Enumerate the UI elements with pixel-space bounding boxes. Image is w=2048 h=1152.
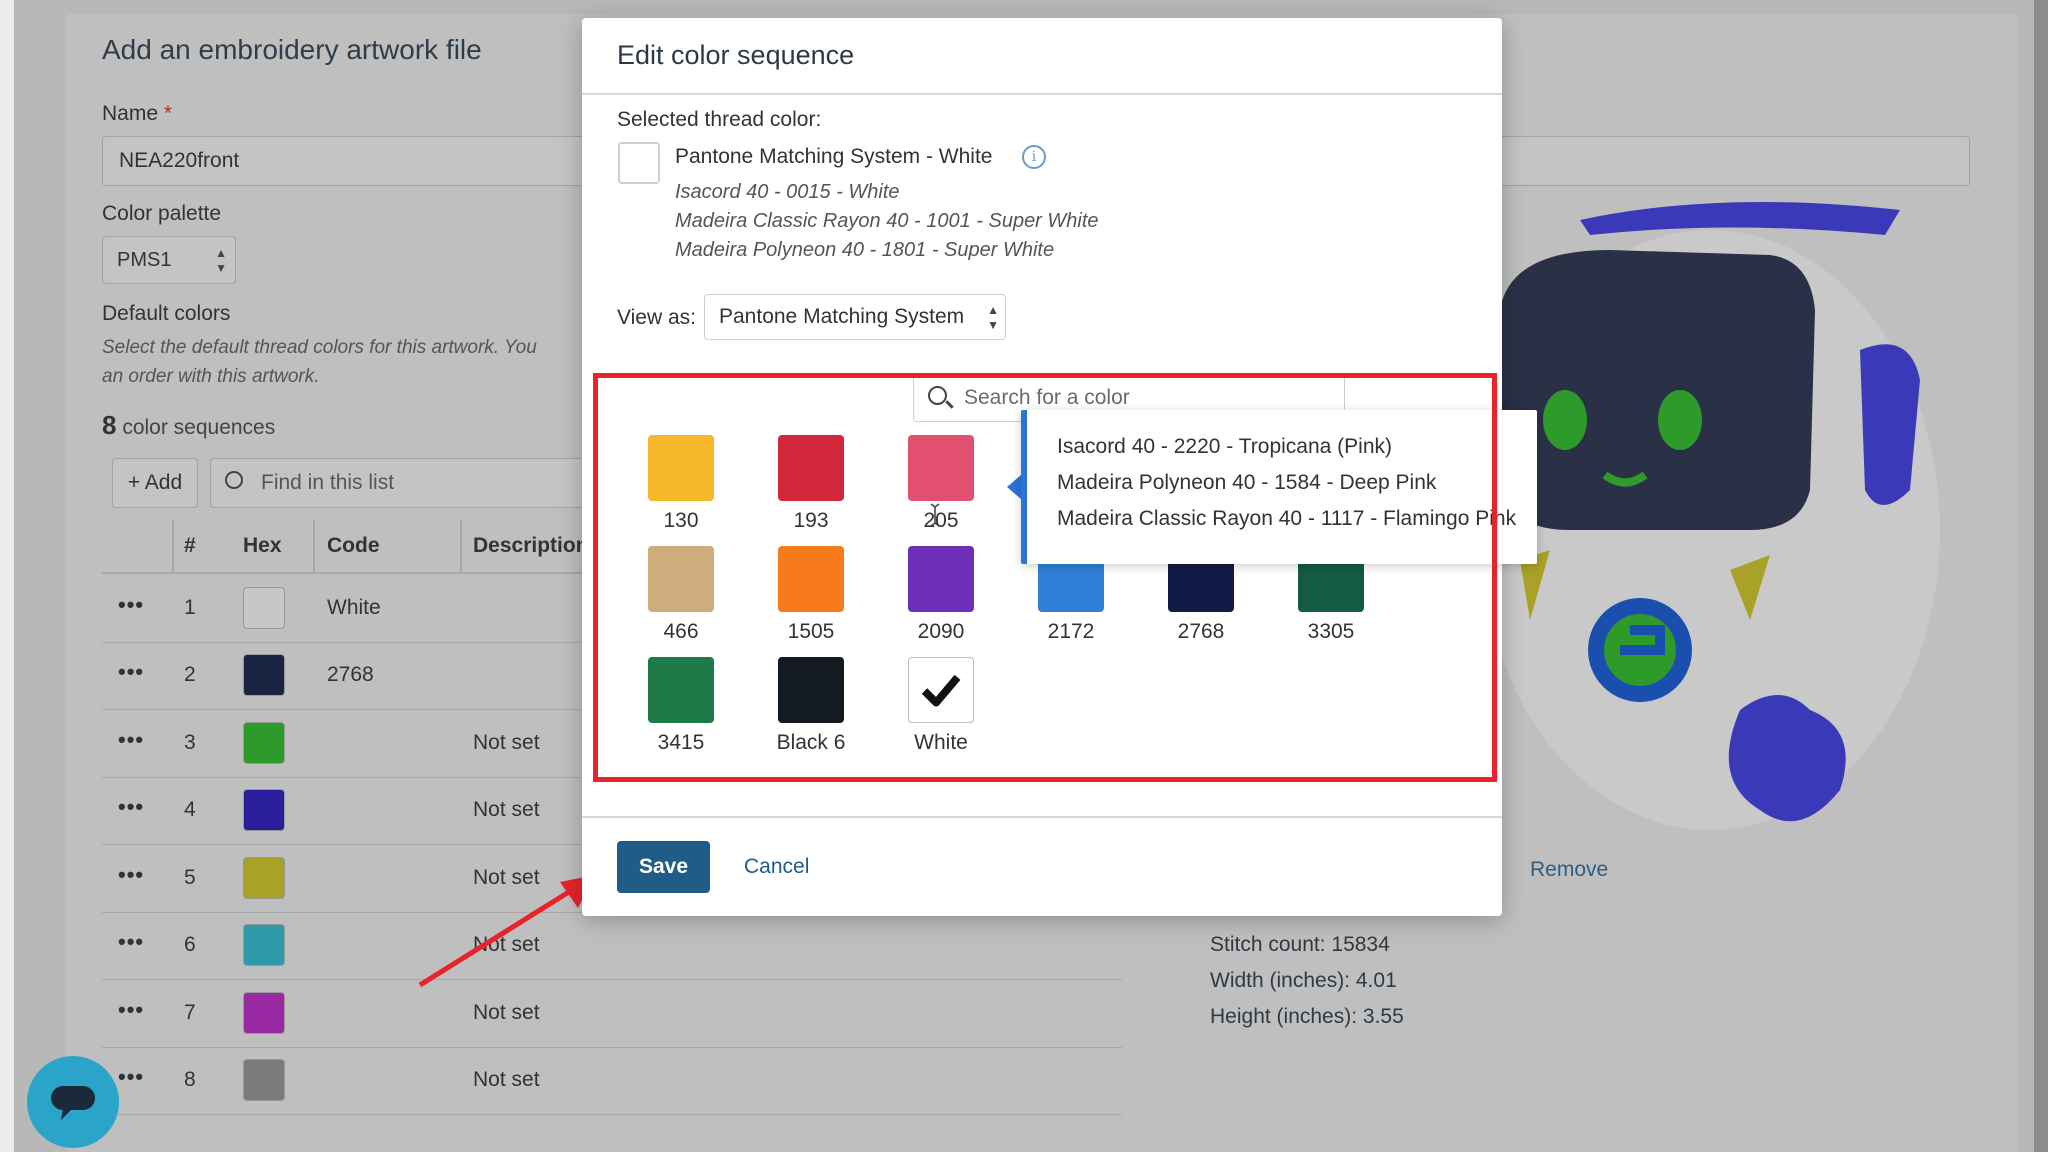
default-colors-help-2: an order with this artwork. xyxy=(102,366,320,387)
info-icon[interactable]: i xyxy=(1022,145,1046,169)
row-number: 1 xyxy=(184,595,196,619)
left-edge-strip xyxy=(0,0,14,1152)
row-number: 2 xyxy=(184,663,196,687)
modal-footer-divider xyxy=(582,816,1502,818)
row-divider xyxy=(102,979,1122,980)
find-in-list-input[interactable]: Find in this list xyxy=(210,458,590,508)
default-colors-label: Default colors xyxy=(102,302,231,325)
row-color-swatch[interactable] xyxy=(243,1059,285,1102)
equivalent-thread-3: Madeira Polyneon 40 - 1801 - Super White xyxy=(675,239,1055,261)
row-color-swatch[interactable] xyxy=(243,924,285,967)
col-header-code: Code xyxy=(327,534,380,557)
row-number: 3 xyxy=(184,730,196,754)
modal-title: Edit color sequence xyxy=(617,40,855,70)
row-number: 6 xyxy=(184,933,196,957)
row-menu-button[interactable]: ••• xyxy=(118,997,144,1023)
row-description: Not set xyxy=(473,1000,540,1024)
row-divider xyxy=(102,1046,1122,1048)
equivalent-thread-1: Isacord 40 - 0015 - White xyxy=(675,181,900,203)
row-color-swatch[interactable] xyxy=(243,991,285,1034)
row-description: Not set xyxy=(473,730,540,754)
artwork-height: Height (inches): 3.55 xyxy=(1210,1005,1404,1028)
row-description: Not set xyxy=(473,1068,540,1092)
row-menu-button[interactable]: ••• xyxy=(118,1064,144,1090)
stitch-count: Stitch count: 15834 xyxy=(1210,933,1390,956)
row-menu-button[interactable]: ••• xyxy=(118,727,144,753)
row-number: 4 xyxy=(184,798,196,822)
col-header-hex: Hex xyxy=(243,534,282,557)
row-code: White xyxy=(327,595,381,619)
annotation-highlight-box xyxy=(593,373,1497,782)
col-divider xyxy=(460,520,462,572)
add-sequence-button[interactable]: + Add xyxy=(112,458,198,508)
view-as-label: View as: xyxy=(617,306,696,329)
save-button[interactable]: Save xyxy=(617,841,710,893)
select-arrows-icon: ▲ ▼ xyxy=(987,303,999,332)
row-description: Not set xyxy=(473,798,540,822)
row-color-swatch[interactable] xyxy=(243,654,285,697)
row-menu-button[interactable]: ••• xyxy=(118,862,144,888)
row-number: 5 xyxy=(184,865,196,889)
row-color-swatch[interactable] xyxy=(243,856,285,899)
col-header-description: Description xyxy=(473,534,589,557)
view-as-value: Pantone Matching System xyxy=(719,305,965,328)
required-mark: * xyxy=(163,102,173,125)
row-menu-button[interactable]: ••• xyxy=(118,794,144,820)
name-label: Name * xyxy=(102,102,173,125)
row-number: 8 xyxy=(184,1068,196,1092)
row-color-swatch[interactable] xyxy=(243,586,285,629)
page-heading: Add an embroidery artwork file xyxy=(102,34,482,65)
row-menu-button[interactable]: ••• xyxy=(118,592,144,618)
color-palette-select[interactable]: PMS1 ▲ ▼ xyxy=(102,236,236,284)
cancel-button[interactable]: Cancel xyxy=(744,855,809,879)
select-arrows-icon: ▲ ▼ xyxy=(215,246,227,275)
row-number: 7 xyxy=(184,1000,196,1024)
row-code: 2768 xyxy=(327,663,374,687)
color-palette-value: PMS1 xyxy=(117,249,172,271)
annotation-arrow-icon xyxy=(418,875,595,988)
selected-color-swatch xyxy=(618,142,660,184)
col-header-num: # xyxy=(184,534,196,557)
row-menu-button[interactable]: ••• xyxy=(118,929,144,955)
artwork-width: Width (inches): 4.01 xyxy=(1210,969,1397,992)
default-colors-help-1: Select the default thread colors for thi… xyxy=(102,337,537,358)
artwork-preview-image xyxy=(1480,202,1940,830)
selected-color-name: Pantone Matching System - White xyxy=(675,145,993,168)
row-color-swatch[interactable] xyxy=(243,721,285,764)
chat-bubble-icon xyxy=(51,1086,95,1120)
modal-header-divider xyxy=(582,93,1502,95)
equivalent-thread-2: Madeira Classic Rayon 40 - 1001 - Super … xyxy=(675,210,1099,232)
search-icon xyxy=(225,471,243,489)
row-color-swatch[interactable] xyxy=(243,789,285,832)
remove-artwork-link[interactable]: Remove xyxy=(1530,858,1608,882)
col-divider xyxy=(172,520,174,572)
selected-thread-label: Selected thread color: xyxy=(617,108,822,131)
col-divider xyxy=(313,520,315,572)
row-menu-button[interactable]: ••• xyxy=(118,659,144,685)
sequence-count: 8 color sequences xyxy=(102,410,276,440)
color-palette-label: Color palette xyxy=(102,202,222,225)
view-as-select[interactable]: Pantone Matching System ▲ ▼ xyxy=(704,294,1006,340)
chat-widget-button[interactable] xyxy=(27,1056,119,1148)
row-divider xyxy=(102,1114,1122,1115)
